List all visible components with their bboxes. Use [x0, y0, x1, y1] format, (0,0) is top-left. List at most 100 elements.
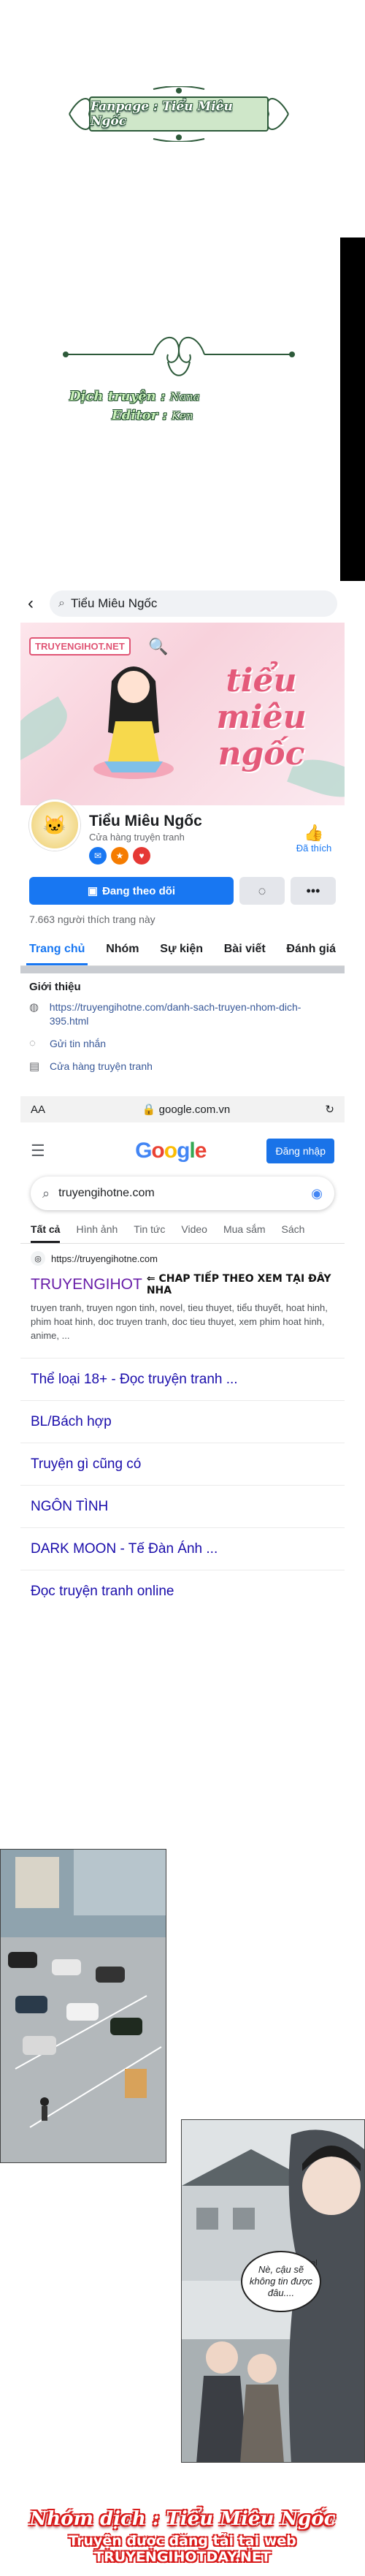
tab-posts[interactable]: Bài viết — [221, 934, 269, 965]
flourish-ornament-icon — [63, 336, 295, 376]
sitelink-item[interactable]: BL/Bách hợp — [20, 1400, 345, 1443]
page-name: Tiểu Miêu Ngốc — [89, 812, 202, 829]
tab-images[interactable]: Hình ảnh — [76, 1217, 118, 1243]
translator-credit: Dịch truyện : Nana — [69, 387, 288, 406]
editor-credit: Editor : Ken — [69, 406, 288, 425]
tab-news[interactable]: Tin tức — [134, 1217, 165, 1243]
lens-icon[interactable]: ◉ — [311, 1186, 323, 1201]
send-message-link[interactable]: Gửi tin nhắn — [50, 1037, 106, 1051]
address-text: 🔒 google.com.vn — [53, 1103, 320, 1116]
result-url-row[interactable]: ◎ https://truyengihotne.com — [31, 1251, 337, 1266]
shop-icon: ▤ — [29, 1060, 40, 1073]
credit-header: Fanpage : Tiểu Miêu Ngốc — [0, 0, 365, 219]
tab-home[interactable]: Trang chủ — [26, 934, 88, 965]
result-title-row: TRUYENGIHOT ⇐ CHAP TIẾP THEO XEM TẠI ĐÂY… — [31, 1273, 337, 1296]
page-avatar[interactable]: 🐱 — [29, 799, 80, 851]
tab-reviews[interactable]: Đánh giá — [283, 934, 339, 965]
globe-icon: ◍ — [29, 1001, 39, 1014]
editor-label: Editor : — [112, 408, 167, 423]
tab-events[interactable]: Sự kiện — [157, 934, 206, 965]
google-search-value: truyengihotne.com — [58, 1187, 155, 1199]
sign-in-button[interactable]: Đăng nhập — [266, 1139, 334, 1163]
footer-group-name: Nhóm dịch : Tiểu Miêu Ngốc — [29, 2508, 336, 2530]
intro-website: ◍ https://truyengihotne.com/danh-sach-tr… — [29, 1000, 336, 1028]
phone-screenshot: ‹ ⌕ Tiểu Miêu Ngốc TRUYENGIHOT.NET 🔍 tiể… — [20, 585, 345, 1652]
liked-label: Đã thích — [296, 842, 332, 854]
tab-groups[interactable]: Nhóm — [103, 934, 142, 965]
sitelink-item[interactable]: DARK MOON - Tế Đàn Ánh ... — [20, 1527, 345, 1570]
manga-panel-parking-lot — [0, 1849, 166, 2163]
facebook-search-field[interactable]: ⌕ Tiểu Miêu Ngốc — [50, 590, 337, 617]
translator-name: Nana — [169, 390, 200, 403]
page-badges: ✉ ★ ♥ — [89, 846, 292, 865]
likes-count: 7.663 người thích trang này — [29, 913, 155, 925]
sitelink-item[interactable]: Thể loại 18+ - Đọc truyện tranh ... — [20, 1358, 345, 1400]
panel-edge — [340, 238, 365, 581]
text-size-button[interactable]: AA — [31, 1103, 53, 1116]
address-value: google.com.vn — [158, 1103, 231, 1116]
page-profile-row: 🐱 Tiểu Miêu Ngốc Cửa hàng truyện tranh ✉… — [20, 799, 345, 871]
phone-screen: ‹ ⌕ Tiểu Miêu Ngốc TRUYENGIHOT.NET 🔍 tiể… — [20, 585, 345, 1652]
tab-video[interactable]: Video — [181, 1217, 207, 1243]
credit-lines: Dịch truyện : Nana Editor : Ken — [69, 387, 288, 425]
result-note: ⇐ CHAP TIẾP THEO XEM TẠI ĐÂY NHA — [146, 1273, 331, 1296]
messenger-icon: ◌ — [258, 883, 266, 898]
lock-icon: 🔒 — [142, 1103, 156, 1116]
editor-name: Ken — [172, 409, 193, 422]
browser-url-bar[interactable]: AA 🔒 google.com.vn ↻ — [20, 1096, 345, 1122]
messenger-badge-icon[interactable]: ✉ — [89, 846, 107, 865]
intro-category: ▤ Cửa hàng truyện tranh — [29, 1060, 336, 1074]
facebook-search-value: Tiểu Miêu Ngốc — [70, 596, 158, 610]
sitelinks: Thể loại 18+ - Đọc truyện tranh ... BL/B… — [20, 1358, 345, 1612]
more-button[interactable]: ••• — [291, 877, 336, 905]
cover-photo[interactable]: TRUYENGIHOT.NET 🔍 tiểu miêu ngốc — [20, 623, 345, 805]
footer-website: Truyện được đăng tải tại web TRUYENGIHOT… — [69, 2533, 296, 2565]
sitelink-item[interactable]: NGÔN TÌNH — [20, 1485, 345, 1527]
page-action-row: ▣ Đang theo dõi ◌ ••• — [29, 877, 336, 905]
tab-shopping[interactable]: Mua sắm — [223, 1217, 266, 1243]
parking-lot-illustration-icon — [1, 1850, 166, 2162]
fanpage-box: Fanpage : Tiểu Miêu Ngốc — [89, 96, 269, 132]
messenger-button[interactable]: ◌ — [239, 877, 285, 905]
google-logo: Google — [135, 1139, 207, 1163]
liked-button[interactable]: 👍 Đã thích — [292, 824, 336, 854]
search-result: ◎ https://truyengihotne.com TRUYENGIHOT … — [31, 1251, 337, 1342]
google-search-field[interactable]: ⌕ truyengihotne.com ◉ — [31, 1177, 334, 1210]
menu-icon[interactable]: ☰ — [31, 1141, 74, 1160]
intro-message: ◌ Gửi tin nhắn — [29, 1037, 336, 1051]
cover-title: tiểu miêu ngốc — [216, 662, 307, 772]
messenger-small-icon: ◌ — [29, 1037, 36, 1049]
intro-title: Giới thiệu — [29, 981, 81, 993]
page-info: Tiểu Miêu Ngốc Cửa hàng truyện tranh ✉ ★… — [89, 813, 292, 865]
sitelink-item[interactable]: Đọc truyện tranh online — [20, 1570, 345, 1612]
tab-books[interactable]: Sách — [282, 1217, 305, 1243]
speech-bubble: Nè, cậu sẽ không tin được đâu.... — [241, 2251, 321, 2312]
footer-credit: Nhóm dịch : Tiểu Miêu Ngốc Truyện được đ… — [0, 2508, 365, 2565]
following-button[interactable]: ▣ Đang theo dõi — [29, 877, 234, 905]
result-url: https://truyengihotne.com — [51, 1253, 158, 1264]
fanpage-label: Fanpage : Tiểu Miêu Ngốc — [91, 99, 233, 129]
more-icon: ••• — [306, 883, 320, 898]
result-title[interactable]: TRUYENGIHOT — [31, 1276, 142, 1293]
result-snippet: truyen tranh, truyen ngon tinh, novel, t… — [31, 1302, 328, 1341]
tab-all[interactable]: Tất cả — [31, 1217, 61, 1243]
page-category: Cửa hàng truyện tranh — [89, 831, 185, 843]
thumbs-up-icon: 👍 — [304, 823, 324, 842]
search-icon: ⌕ — [42, 1185, 50, 1201]
sitelink-item[interactable]: Truyện gì cũng có — [20, 1443, 345, 1485]
heart-badge-icon[interactable]: ♥ — [133, 846, 150, 865]
favicon-icon: ◎ — [31, 1251, 45, 1266]
search-icon: ⌕ — [58, 597, 65, 609]
website-link[interactable]: https://truyengihotne.com/danh-sach-truy… — [50, 1000, 336, 1028]
following-label: Đang theo dõi — [102, 884, 176, 897]
facebook-top-bar: ‹ ⌕ Tiểu Miêu Ngốc — [20, 585, 345, 623]
back-arrow-icon[interactable]: ‹ — [28, 593, 42, 614]
page-tabs: Trang chủ Nhóm Sự kiện Bài viết Đánh giá — [20, 934, 345, 966]
following-icon: ▣ — [87, 885, 99, 897]
google-header: ☰ Google Đăng nhập — [20, 1133, 345, 1169]
girl-illustration-icon — [93, 666, 174, 779]
leaf-decoration — [20, 696, 77, 761]
shop-badge-icon[interactable]: ★ — [111, 846, 128, 865]
category-link[interactable]: Cửa hàng truyện tranh — [50, 1060, 153, 1074]
reload-icon[interactable]: ↻ — [320, 1103, 334, 1116]
